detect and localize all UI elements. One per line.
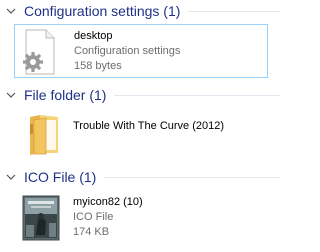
item-type: ICO File: [73, 211, 114, 223]
folder-icon: [28, 114, 60, 161]
list-item-myicon82[interactable]: myicon82 (10) ICO File 174 KB: [14, 191, 268, 245]
group-divider: [104, 176, 280, 178]
item-name: myicon82 (10): [73, 196, 143, 208]
group-header-file-folder[interactable]: File folder (1): [0, 84, 284, 106]
list-item-trouble-with-the-curve[interactable]: Trouble With The Curve (2012): [14, 110, 268, 162]
item-type: Configuration settings: [74, 45, 181, 57]
group-header-configuration-settings[interactable]: Configuration settings (1): [0, 0, 284, 22]
file-list-pane: Configuration settings (1) desktop Confi…: [0, 0, 284, 252]
chevron-down-icon[interactable]: [6, 173, 16, 181]
group-title: ICO File (1): [24, 169, 97, 185]
group-divider: [188, 10, 280, 12]
list-item-desktop[interactable]: desktop Configuration settings 158 bytes: [14, 24, 268, 78]
group-title: File folder (1): [24, 87, 107, 103]
item-size: 158 bytes: [74, 60, 122, 72]
chevron-down-icon[interactable]: [6, 7, 16, 15]
ico-thumbnail-icon: [22, 195, 60, 246]
item-name: Trouble With The Curve (2012): [73, 120, 225, 132]
group-title: Configuration settings (1): [24, 3, 181, 19]
chevron-down-icon[interactable]: [6, 91, 16, 99]
group-divider: [114, 94, 280, 96]
group-header-ico-file[interactable]: ICO File (1): [0, 166, 284, 188]
item-name: desktop: [74, 30, 113, 42]
settings-file-icon: [23, 29, 57, 80]
item-size: 174 KB: [73, 226, 110, 238]
